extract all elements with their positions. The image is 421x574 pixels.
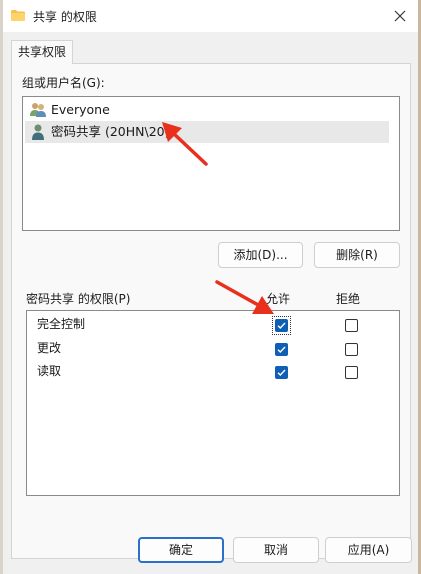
allow-checkbox-change[interactable] — [275, 343, 288, 356]
title-bar: 共享 的权限 — [3, 0, 418, 32]
groups-listbox[interactable]: Everyone 密码共享 (20HN\20) — [22, 96, 400, 231]
permission-name: 更改 — [37, 341, 62, 355]
permission-row-full-control: 完全控制 — [37, 314, 85, 334]
folder-icon — [11, 10, 25, 21]
apply-button[interactable]: 应用(A) — [325, 537, 412, 563]
deny-checkbox-change[interactable] — [345, 343, 358, 356]
list-item-label: 密码共享 (20HN\20) — [51, 124, 170, 139]
close-icon[interactable] — [390, 6, 410, 26]
ok-button[interactable]: 确定 — [138, 537, 224, 563]
checkmark-icon — [277, 322, 286, 329]
window-title: 共享 的权限 — [33, 10, 97, 24]
cancel-button[interactable]: 取消 — [233, 537, 319, 563]
deny-checkbox-read[interactable] — [345, 366, 358, 379]
user-icon — [32, 124, 44, 140]
permissions-label: 密码共享 的权限(P) — [26, 292, 131, 306]
permission-name: 完全控制 — [37, 317, 86, 331]
deny-checkbox-full-control[interactable] — [345, 319, 358, 332]
list-item-label: Everyone — [51, 102, 110, 117]
permissions-list: 完全控制 更改 读取 — [26, 310, 400, 496]
permission-row-change: 更改 — [37, 338, 61, 358]
dialog-client: 共享权限 组或用户名(G): Everyone 密码共享 (20HN\20) 添… — [3, 32, 418, 574]
permission-name: 读取 — [37, 364, 62, 378]
deny-column-header: 拒绝 — [336, 292, 361, 306]
allow-checkbox-full-control[interactable] — [275, 319, 288, 332]
add-button[interactable]: 添加(D)... — [218, 242, 303, 268]
remove-button[interactable]: 删除(R) — [314, 242, 400, 268]
group-users-icon — [30, 103, 46, 117]
allow-checkbox-read[interactable] — [275, 366, 288, 379]
tab-share-permissions[interactable]: 共享权限 — [11, 40, 73, 64]
tab-panel: 组或用户名(G): Everyone 密码共享 (20HN\20) 添加(D).… — [11, 63, 411, 559]
checkmark-icon — [277, 346, 286, 353]
groups-label: 组或用户名(G): — [22, 76, 105, 90]
allow-column-header: 允许 — [266, 292, 291, 306]
list-item-password-share[interactable]: 密码共享 (20HN\20) — [25, 121, 389, 143]
checkmark-icon — [277, 369, 286, 376]
list-item-everyone[interactable]: Everyone — [25, 99, 389, 121]
permission-row-read: 读取 — [37, 361, 61, 381]
